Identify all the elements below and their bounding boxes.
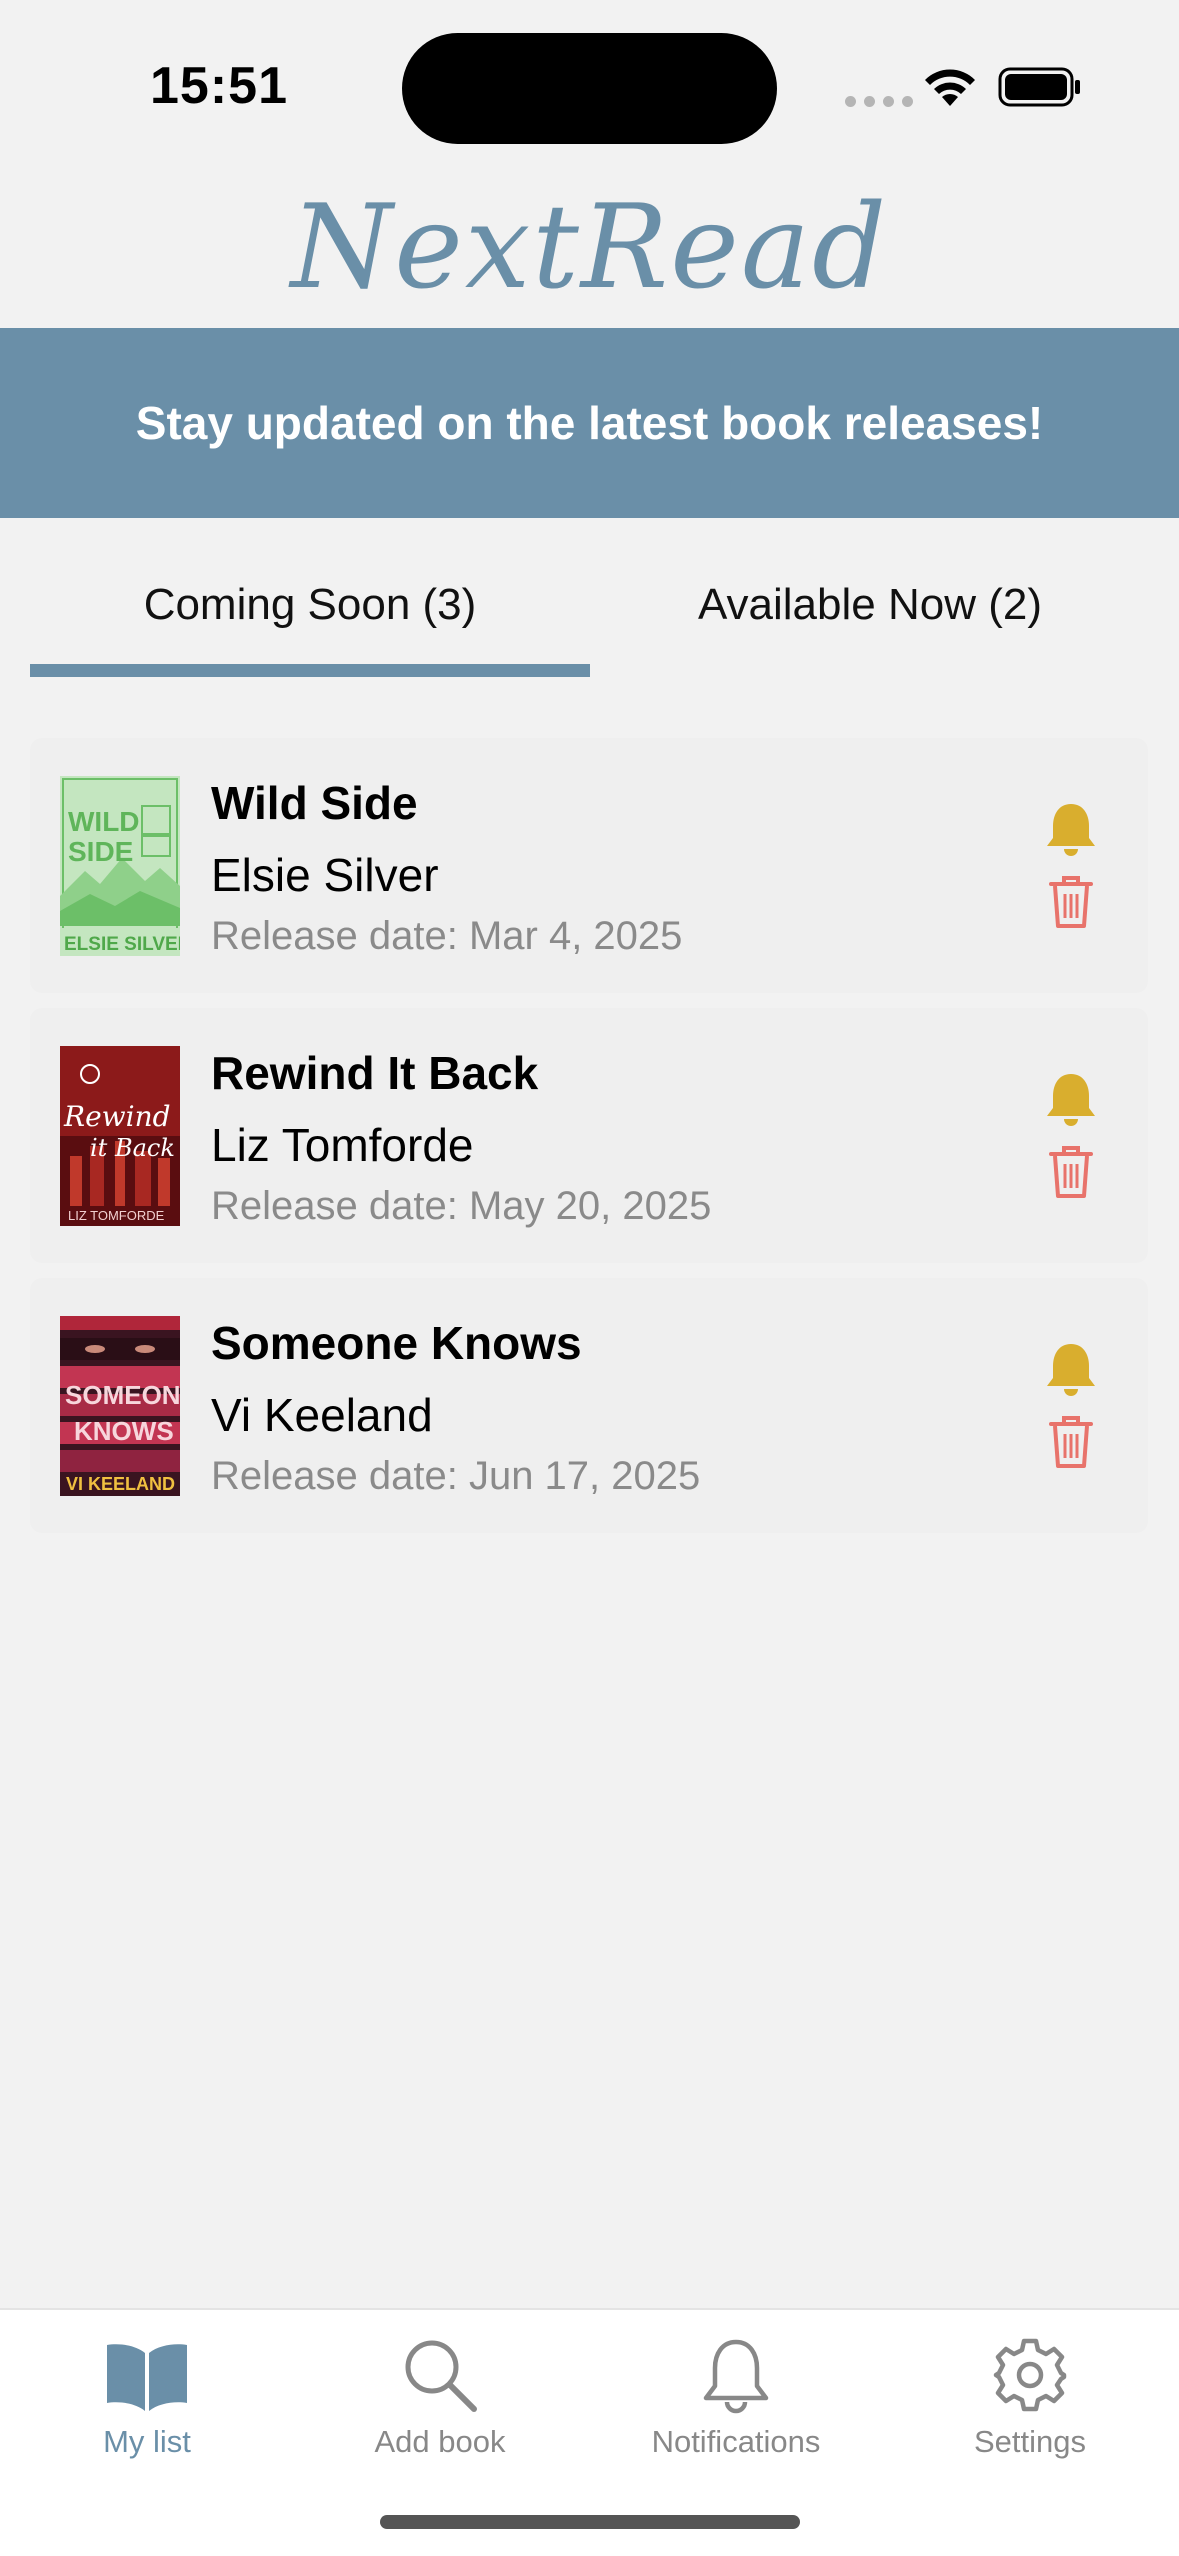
tab-label: Coming Soon (3) (143, 580, 477, 629)
app-logo-text: NextRead (290, 180, 889, 315)
svg-text:Rewind: Rewind (63, 1100, 171, 1133)
book-cover-image: WILD SIDE ELSIE SILVER (60, 776, 180, 956)
app-logo: NextRead (0, 170, 1179, 325)
book-release-date: Release date: May 20, 2025 (211, 1184, 712, 1228)
svg-text:SIDE: SIDE (68, 836, 133, 867)
tab-active-underline (30, 664, 590, 677)
tabbar-notifications[interactable]: Notifications (636, 2330, 836, 2460)
bell-icon[interactable] (1044, 1070, 1098, 1128)
book-card[interactable]: WILD SIDE ELSIE SILVER Wild Side Elsie S… (30, 738, 1148, 993)
book-cover-image: SOMEONE KNOWS VI KEELAND (60, 1316, 180, 1496)
tabbar-label: Settings (973, 2424, 1086, 2459)
book-card[interactable]: SOMEONE KNOWS VI KEELAND Someone Knows V… (30, 1278, 1148, 1533)
book-release-date: Release date: Mar 4, 2025 (211, 914, 683, 958)
status-bar: 15:51 (0, 0, 1179, 170)
status-time: 15:51 (150, 57, 288, 115)
trash-icon[interactable] (1048, 1144, 1094, 1200)
book-author: Liz Tomforde (211, 1119, 474, 1171)
search-icon (405, 2340, 477, 2412)
bell-icon (703, 2339, 769, 2414)
trash-icon[interactable] (1048, 1414, 1094, 1470)
tab-coming-soon[interactable]: Coming Soon (3) (30, 560, 590, 680)
banner-text: Stay updated on the latest book releases… (135, 397, 1044, 449)
tabbar-label: Add book (374, 2424, 506, 2459)
book-release-date: Release date: Jun 17, 2025 (211, 1454, 701, 1498)
svg-text:ELSIE SILVER: ELSIE SILVER (64, 934, 180, 955)
svg-text:it Back: it Back (90, 1134, 175, 1162)
tabbar-label: My list (103, 2424, 191, 2459)
book-title: Wild Side (211, 777, 418, 829)
book-list: WILD SIDE ELSIE SILVER Wild Side Elsie S… (30, 738, 1148, 1548)
tab-available-now[interactable]: Available Now (2) (590, 560, 1150, 680)
svg-text:LIZ TOMFORDE: LIZ TOMFORDE (68, 1208, 165, 1223)
gear-icon (993, 2338, 1067, 2412)
tabbar-add-book[interactable]: Add book (340, 2330, 540, 2460)
svg-text:KNOWS: KNOWS (74, 1416, 174, 1446)
svg-text:WILD: WILD (68, 806, 140, 837)
book-cover-image: Rewind it Back LIZ TOMFORDE (60, 1046, 180, 1226)
wifi-icon (925, 69, 975, 106)
book-author: Vi Keeland (211, 1389, 433, 1441)
tabbar-label: Notifications (651, 2424, 821, 2459)
battery-icon (998, 67, 1080, 107)
svg-text:SOMEONE: SOMEONE (65, 1380, 180, 1410)
book-author: Elsie Silver (211, 849, 439, 901)
book-card[interactable]: Rewind it Back LIZ TOMFORDE Rewind It Ba… (30, 1008, 1148, 1263)
cellular-signal-icon (845, 96, 913, 107)
info-banner: Stay updated on the latest book releases… (0, 328, 1179, 518)
bell-icon[interactable] (1044, 1340, 1098, 1398)
home-indicator[interactable] (380, 2515, 800, 2529)
book-title: Someone Knows (211, 1317, 582, 1369)
book-icon (107, 2344, 187, 2411)
svg-text:VI KEELAND: VI KEELAND (66, 1474, 175, 1494)
dynamic-island (402, 33, 777, 144)
tabbar-settings[interactable]: Settings (930, 2330, 1130, 2460)
bell-icon[interactable] (1044, 800, 1098, 858)
tabbar-my-list[interactable]: My list (47, 2330, 247, 2460)
segment-tabs: Coming Soon (3) Available Now (2) (30, 560, 1150, 680)
tab-label: Available Now (2) (697, 580, 1042, 629)
trash-icon[interactable] (1048, 874, 1094, 930)
book-title: Rewind It Back (211, 1047, 539, 1099)
